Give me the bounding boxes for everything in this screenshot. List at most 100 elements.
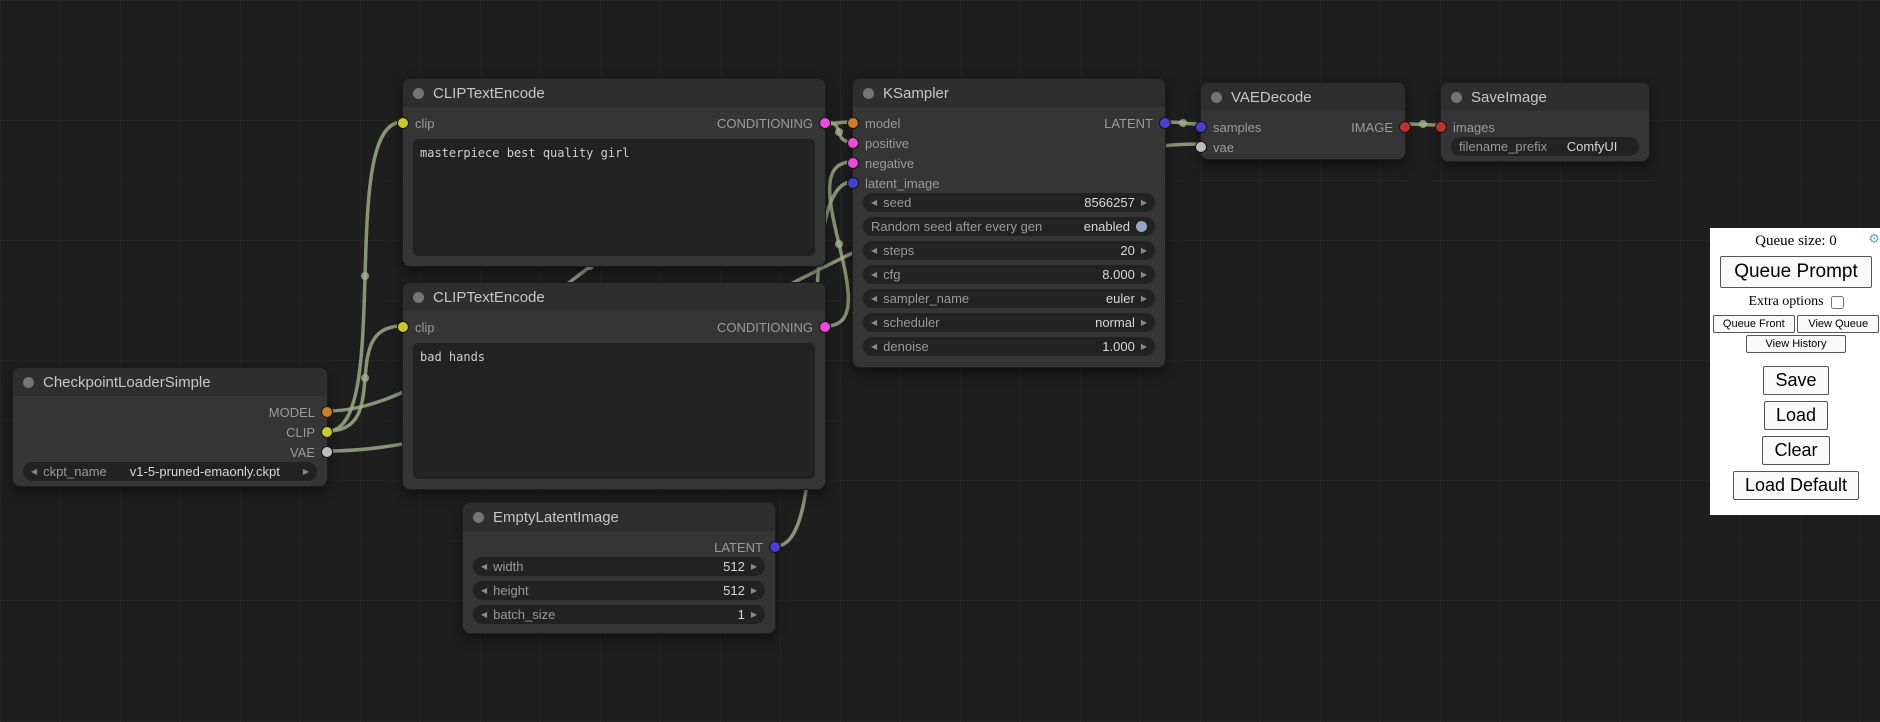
view-history-button[interactable]: View History [1746, 335, 1846, 353]
widget-value: 1.000 [1102, 339, 1135, 354]
model-output-port[interactable] [322, 407, 332, 417]
clip-output-port[interactable] [322, 427, 332, 437]
model-input-port[interactable] [848, 118, 858, 128]
output-label: IMAGE [1351, 120, 1393, 135]
sampler-name-widget[interactable]: ◀ sampler_name euler ▶ [863, 289, 1155, 308]
increment-arrow-icon[interactable]: ▶ [751, 563, 757, 571]
decrement-arrow-icon[interactable]: ◀ [481, 611, 487, 619]
increment-arrow-icon[interactable]: ▶ [1141, 247, 1147, 255]
output-label: MODEL [269, 405, 315, 420]
ckpt-name-combo-widget[interactable]: ◀ ckpt_name v1-5-pruned-emaonly.ckpt ▶ [23, 462, 317, 481]
node-title-bar[interactable]: CheckpointLoaderSimple [13, 368, 327, 396]
collapse-dot-icon[interactable] [23, 377, 34, 388]
collapse-dot-icon[interactable] [863, 88, 874, 99]
decrement-arrow-icon[interactable]: ◀ [481, 563, 487, 571]
collapse-dot-icon[interactable] [1211, 92, 1222, 103]
increment-arrow-icon[interactable]: ▶ [1141, 295, 1147, 303]
node-canvas[interactable]: CheckpointLoaderSimple MODEL CLIP VAE ◀ … [0, 0, 1880, 722]
node-vaedecode[interactable]: VAEDecode samples IMAGE vae [1200, 82, 1406, 160]
vae-input-port[interactable] [1196, 142, 1206, 152]
slot-row: negative [853, 153, 1165, 173]
slot-row: model LATENT [853, 113, 1165, 133]
decrement-arrow-icon[interactable]: ◀ [871, 271, 877, 279]
denoise-widget[interactable]: ◀ denoise 1.000 ▶ [863, 337, 1155, 356]
node-title: EmptyLatentImage [493, 509, 619, 526]
node-title-bar[interactable]: EmptyLatentImage [463, 503, 775, 531]
widget-value: 20 [1120, 243, 1134, 258]
increment-arrow-icon[interactable]: ▶ [303, 468, 309, 476]
node-title-bar[interactable]: CLIPTextEncode [403, 283, 825, 311]
queue-front-button[interactable]: Queue Front [1713, 315, 1795, 333]
node-saveimage[interactable]: SaveImage images filename_prefix ComfyUI [1440, 82, 1650, 162]
extra-options-checkbox[interactable] [1831, 296, 1844, 309]
increment-arrow-icon[interactable]: ▶ [1141, 343, 1147, 351]
node-cliptextencode-positive[interactable]: CLIPTextEncode clip CONDITIONING masterp… [402, 78, 826, 267]
decrement-arrow-icon[interactable]: ◀ [871, 199, 877, 207]
scheduler-widget[interactable]: ◀ scheduler normal ▶ [863, 313, 1155, 332]
node-title-bar[interactable]: CLIPTextEncode [403, 79, 825, 107]
decrement-arrow-icon[interactable]: ◀ [871, 343, 877, 351]
collapse-dot-icon[interactable] [413, 292, 424, 303]
node-title-bar[interactable]: SaveImage [1441, 83, 1649, 111]
toggle-indicator-icon[interactable] [1136, 221, 1147, 232]
latent-output-port[interactable] [770, 542, 780, 552]
positive-input-port[interactable] [848, 138, 858, 148]
decrement-arrow-icon[interactable]: ◀ [31, 468, 37, 476]
steps-widget[interactable]: ◀ steps 20 ▶ [863, 241, 1155, 260]
slot-row: positive [853, 133, 1165, 153]
increment-arrow-icon[interactable]: ▶ [1141, 271, 1147, 279]
filename-prefix-widget[interactable]: filename_prefix ComfyUI [1451, 137, 1639, 156]
load-default-button[interactable]: Load Default [1733, 471, 1859, 500]
settings-gear-icon[interactable]: ⚙ [1868, 232, 1880, 247]
cfg-widget[interactable]: ◀ cfg 8.000 ▶ [863, 265, 1155, 284]
node-title: SaveImage [1471, 89, 1547, 106]
clip-input-port[interactable] [398, 118, 408, 128]
increment-arrow-icon[interactable]: ▶ [1141, 319, 1147, 327]
conditioning-output-port[interactable] [820, 322, 830, 332]
node-cliptextencode-negative[interactable]: CLIPTextEncode clip CONDITIONING bad han… [402, 282, 826, 490]
decrement-arrow-icon[interactable]: ◀ [481, 587, 487, 595]
image-output-port[interactable] [1400, 122, 1410, 132]
collapse-dot-icon[interactable] [413, 88, 424, 99]
latent-image-input-port[interactable] [848, 178, 858, 188]
decrement-arrow-icon[interactable]: ◀ [871, 319, 877, 327]
node-title: CheckpointLoaderSimple [43, 374, 211, 391]
width-widget[interactable]: ◀ width 512 ▶ [473, 557, 765, 576]
node-ksampler[interactable]: KSampler model LATENT positive negative … [852, 78, 1166, 368]
images-input-port[interactable] [1436, 122, 1446, 132]
latent-output-port[interactable] [1160, 118, 1170, 128]
height-widget[interactable]: ◀ height 512 ▶ [473, 581, 765, 600]
collapse-dot-icon[interactable] [1451, 92, 1462, 103]
negative-input-port[interactable] [848, 158, 858, 168]
positive-prompt-textarea[interactable]: masterpiece best quality girl [413, 139, 815, 256]
random-seed-toggle-widget[interactable]: Random seed after every gen enabled [863, 217, 1155, 236]
node-emptylatentimage[interactable]: EmptyLatentImage LATENT ◀ width 512 ▶ ◀ … [462, 502, 776, 634]
seed-widget[interactable]: ◀ seed 8566257 ▶ [863, 193, 1155, 212]
load-button[interactable]: Load [1764, 401, 1828, 430]
node-title-bar[interactable]: KSampler [853, 79, 1165, 107]
clear-button[interactable]: Clear [1762, 436, 1829, 465]
clip-input-port[interactable] [398, 322, 408, 332]
input-label: clip [415, 116, 435, 131]
negative-prompt-textarea[interactable]: bad hands [413, 343, 815, 479]
conditioning-output-port[interactable] [820, 118, 830, 128]
batch-size-widget[interactable]: ◀ batch_size 1 ▶ [473, 605, 765, 624]
decrement-arrow-icon[interactable]: ◀ [871, 295, 877, 303]
widget-label: batch_size [493, 607, 555, 622]
increment-arrow-icon[interactable]: ▶ [1141, 199, 1147, 207]
decrement-arrow-icon[interactable]: ◀ [871, 247, 877, 255]
queue-size-label: Queue size: 0 [1755, 233, 1837, 249]
queue-prompt-button[interactable]: Queue Prompt [1720, 256, 1871, 288]
samples-input-port[interactable] [1196, 122, 1206, 132]
save-button[interactable]: Save [1763, 366, 1828, 395]
increment-arrow-icon[interactable]: ▶ [751, 587, 757, 595]
vae-output-port[interactable] [322, 447, 332, 457]
slot-row: clip CONDITIONING [403, 317, 825, 337]
slot-row: LATENT [463, 537, 775, 557]
increment-arrow-icon[interactable]: ▶ [751, 611, 757, 619]
widget-label: scheduler [883, 315, 939, 330]
collapse-dot-icon[interactable] [473, 512, 484, 523]
node-title-bar[interactable]: VAEDecode [1201, 83, 1405, 111]
view-queue-button[interactable]: View Queue [1797, 315, 1879, 333]
node-checkpointloadersimple[interactable]: CheckpointLoaderSimple MODEL CLIP VAE ◀ … [12, 367, 328, 487]
